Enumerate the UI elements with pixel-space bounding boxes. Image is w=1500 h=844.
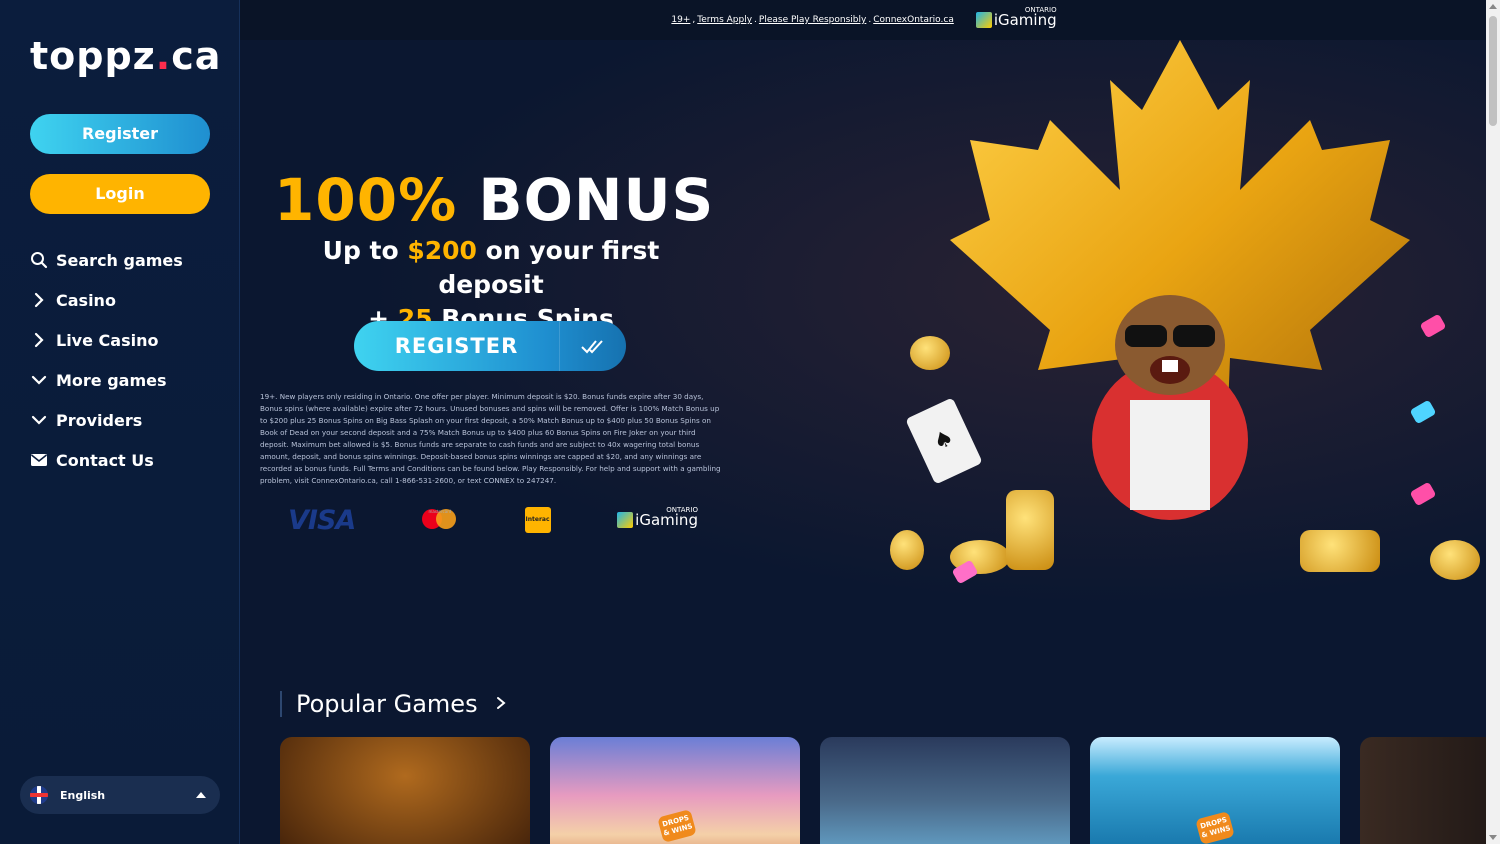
play-responsibly-link[interactable]: Please Play Responsibly	[759, 15, 866, 25]
bonus-amount: $200	[407, 236, 477, 265]
logo-dot: .	[155, 34, 172, 78]
coin-image	[890, 530, 924, 570]
sidebar-item-label: Contact Us	[56, 450, 154, 470]
game-tile[interactable]: DROPS & WINS	[550, 737, 800, 844]
language-label: English	[60, 788, 106, 802]
age-link[interactable]: 19+	[671, 15, 690, 25]
section-marker	[280, 691, 282, 717]
chevron-down-icon	[30, 411, 48, 429]
game-tile[interactable]: DROPS & WINS	[1090, 737, 1340, 844]
bonus-word: BONUS	[478, 166, 715, 234]
sidebar-item-casino[interactable]: Casino	[30, 280, 220, 320]
separator: .	[754, 15, 757, 25]
bonus-terms-text: 19+. New players only residing in Ontari…	[260, 392, 721, 485]
sidebar-item-contact-us[interactable]: Contact Us	[30, 440, 220, 480]
logo-tld-text: ca	[171, 34, 222, 78]
scrollbar-thumb[interactable]	[1489, 16, 1497, 126]
game-tile[interactable]	[1360, 737, 1486, 844]
igaming-mark-icon	[617, 512, 634, 528]
connex-link[interactable]: ConnexOntario.ca	[873, 15, 954, 25]
scroll-down-arrow-icon[interactable]	[1489, 835, 1497, 840]
scroll-up-arrow-icon[interactable]	[1489, 4, 1497, 9]
sidebar-nav: Search games Casino Live Casino More gam…	[30, 240, 220, 480]
coin-stack-image	[1006, 490, 1054, 570]
language-selector[interactable]: English	[20, 776, 220, 814]
pink-gem-image	[1409, 481, 1437, 507]
beaver-mascot-illustration: ♠	[870, 40, 1486, 600]
chevron-right-icon	[30, 291, 48, 309]
sidebar-register-button[interactable]: Register	[30, 114, 210, 154]
visa-logo: VISA	[288, 504, 356, 536]
logo-main-text: toppz	[30, 34, 156, 78]
game-tile[interactable]	[280, 737, 530, 844]
sidebar-item-search-games[interactable]: Search games	[30, 240, 220, 280]
sidebar-item-live-casino[interactable]: Live Casino	[30, 320, 220, 360]
interac-logo: Interac	[524, 507, 551, 533]
page-scrollbar[interactable]	[1486, 0, 1500, 844]
sidebar-item-label: Providers	[56, 410, 143, 430]
popular-games-row: DROPS & WINS DROPS & WINS	[280, 737, 1486, 844]
mastercard-caption: mastercard	[428, 509, 452, 514]
mail-icon	[30, 451, 48, 469]
subtitle-text: Up to	[322, 236, 408, 265]
uk-flag-icon	[30, 786, 48, 804]
drops-wins-badge: DROPS & WINS	[1195, 811, 1235, 844]
chevron-right-icon	[30, 331, 48, 349]
sidebar-item-providers[interactable]: Providers	[30, 400, 220, 440]
ontario-text: ONTARIO	[666, 506, 698, 514]
sidebar-login-button[interactable]: Login	[30, 174, 210, 214]
bonus-percent: 100%	[274, 166, 458, 234]
hero-register-button[interactable]: REGISTER	[354, 321, 626, 371]
caret-up-icon	[196, 792, 206, 798]
igaming-ontario-logo: iGaming ONTARIO	[617, 506, 698, 529]
page-root: toppz.ca Register Login Search games Cas…	[0, 0, 1500, 844]
blue-gem-image	[1409, 399, 1437, 425]
terms-link[interactable]: Terms Apply	[697, 15, 752, 25]
beaver-image	[1092, 295, 1248, 520]
sidebar-item-label: More games	[56, 370, 167, 390]
payment-methods: VISA mastercard Interac iGaming ONTARIO	[288, 504, 698, 536]
game-tile[interactable]	[820, 737, 1070, 844]
double-check-icon	[559, 321, 626, 371]
separator: ,	[692, 15, 696, 25]
sidebar-item-label: Live Casino	[56, 330, 159, 350]
bonus-headline: 100% BONUS	[274, 166, 714, 234]
igaming-ontario-logo: iGaming ONTARIO	[975, 6, 1057, 29]
mastercard-logo: mastercard	[421, 506, 458, 534]
coin-image	[1430, 540, 1480, 580]
separator: .	[868, 15, 872, 25]
sidebar: toppz.ca Register Login Search games Cas…	[0, 0, 240, 844]
popular-games-header[interactable]: Popular Games	[280, 690, 506, 718]
search-icon	[30, 251, 48, 269]
register-label: REGISTER	[394, 334, 519, 358]
site-logo[interactable]: toppz.ca	[30, 34, 221, 78]
chevron-down-icon	[30, 371, 48, 389]
igaming-mark-icon	[975, 12, 992, 28]
hero-banner: 100% BONUS Up to $200 on your first depo…	[240, 40, 1486, 660]
coin-stack-image	[1300, 530, 1380, 572]
sidebar-item-label: Casino	[56, 290, 116, 310]
sidebar-item-more-games[interactable]: More games	[30, 360, 220, 400]
pink-gem-image	[1419, 313, 1447, 339]
drops-wins-badge: DROPS & WINS	[657, 809, 697, 843]
ontario-text: ONTARIO	[1024, 6, 1057, 14]
responsible-gaming-bar: 19+, Terms Apply. Please Play Responsibl…	[240, 0, 1486, 40]
chevron-right-icon	[496, 695, 506, 714]
gold-gem-image	[910, 336, 950, 370]
sidebar-item-label: Search games	[56, 250, 183, 270]
section-title: Popular Games	[296, 690, 478, 718]
